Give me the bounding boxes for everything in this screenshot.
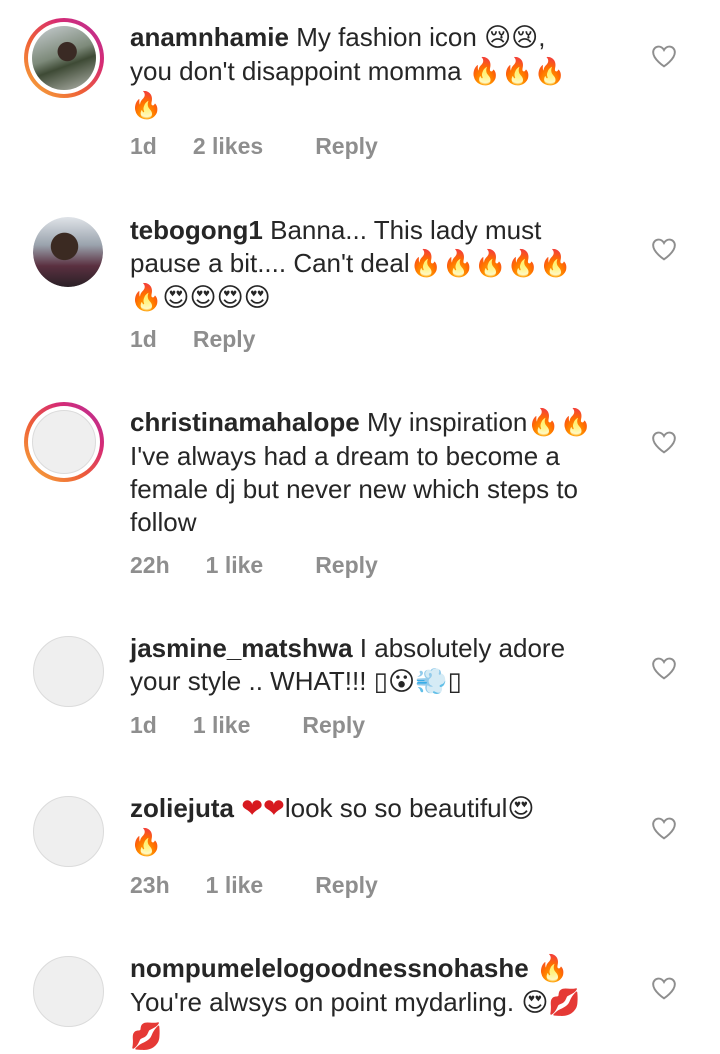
reply-button[interactable]: Reply (193, 326, 256, 353)
heart-icon[interactable] (651, 237, 677, 261)
comment-username[interactable]: nompumelelogoodnessnohashe (130, 953, 529, 983)
comment-likes[interactable]: 1 like (206, 552, 264, 579)
comment-meta: 23h 1 like Reply (130, 872, 378, 899)
comment-body: tebogong1 Banna... This lady must pause a… (130, 214, 630, 315)
comment-body: zoliejuta ❤❤look so so beautiful😍 🔥 (130, 792, 630, 860)
comment-likes[interactable]: 1 like (193, 712, 251, 739)
comment-likes[interactable]: 1 like (206, 872, 264, 899)
comment-meta: 1d 2 likes Reply (130, 133, 378, 160)
comment-username[interactable]: jasmine_matshwa (130, 633, 353, 663)
reply-button[interactable]: Reply (302, 712, 365, 739)
comment-username[interactable]: tebogong1 (130, 215, 263, 245)
avatar[interactable] (33, 636, 104, 707)
comment-time: 23h (130, 872, 170, 898)
reply-button[interactable]: Reply (315, 133, 378, 160)
heart-icon[interactable] (651, 976, 677, 1000)
heart-icon[interactable] (651, 44, 677, 68)
comment-meta: 22h 1 like Reply (130, 552, 378, 579)
reply-button[interactable]: Reply (315, 872, 378, 899)
comment-body: nompumelelogoodnessnohashe 🔥 You're alwsy… (130, 952, 630, 1054)
avatar-story-ring[interactable] (24, 402, 104, 482)
comment-time: 1d (130, 326, 157, 352)
comment-body: jasmine_matshwa I absolutely adore your s… (130, 632, 630, 699)
avatar[interactable] (33, 217, 103, 287)
avatar[interactable] (33, 796, 104, 867)
avatar-story-ring[interactable] (24, 18, 104, 98)
heart-icon[interactable] (651, 656, 677, 680)
avatar[interactable] (33, 956, 104, 1027)
comment-meta: 1d 1 like Reply (130, 712, 365, 739)
comment-likes[interactable]: 2 likes (193, 133, 263, 160)
comment-time: 1d (130, 133, 157, 159)
avatar (32, 410, 96, 474)
comment-body: anamnhamie My fashion icon 😢😢, you don't … (130, 21, 630, 123)
comment-username[interactable]: anamnhamie (130, 22, 289, 52)
comment-username[interactable]: zoliejuta (130, 793, 234, 823)
reply-button[interactable]: Reply (315, 552, 378, 579)
heart-icon[interactable] (651, 816, 677, 840)
comment-body: christinamahalope My inspiration🔥🔥 I've a… (130, 406, 630, 539)
avatar-photo (33, 217, 103, 287)
comment-meta: 1d Reply (130, 326, 255, 353)
avatar-frame (28, 406, 100, 478)
comment-time: 1d (130, 712, 157, 738)
comment-time: 22h (130, 552, 170, 578)
heart-icon[interactable] (651, 430, 677, 454)
avatar (32, 26, 96, 90)
comment-username[interactable]: christinamahalope (130, 407, 360, 437)
avatar-frame (28, 22, 100, 94)
